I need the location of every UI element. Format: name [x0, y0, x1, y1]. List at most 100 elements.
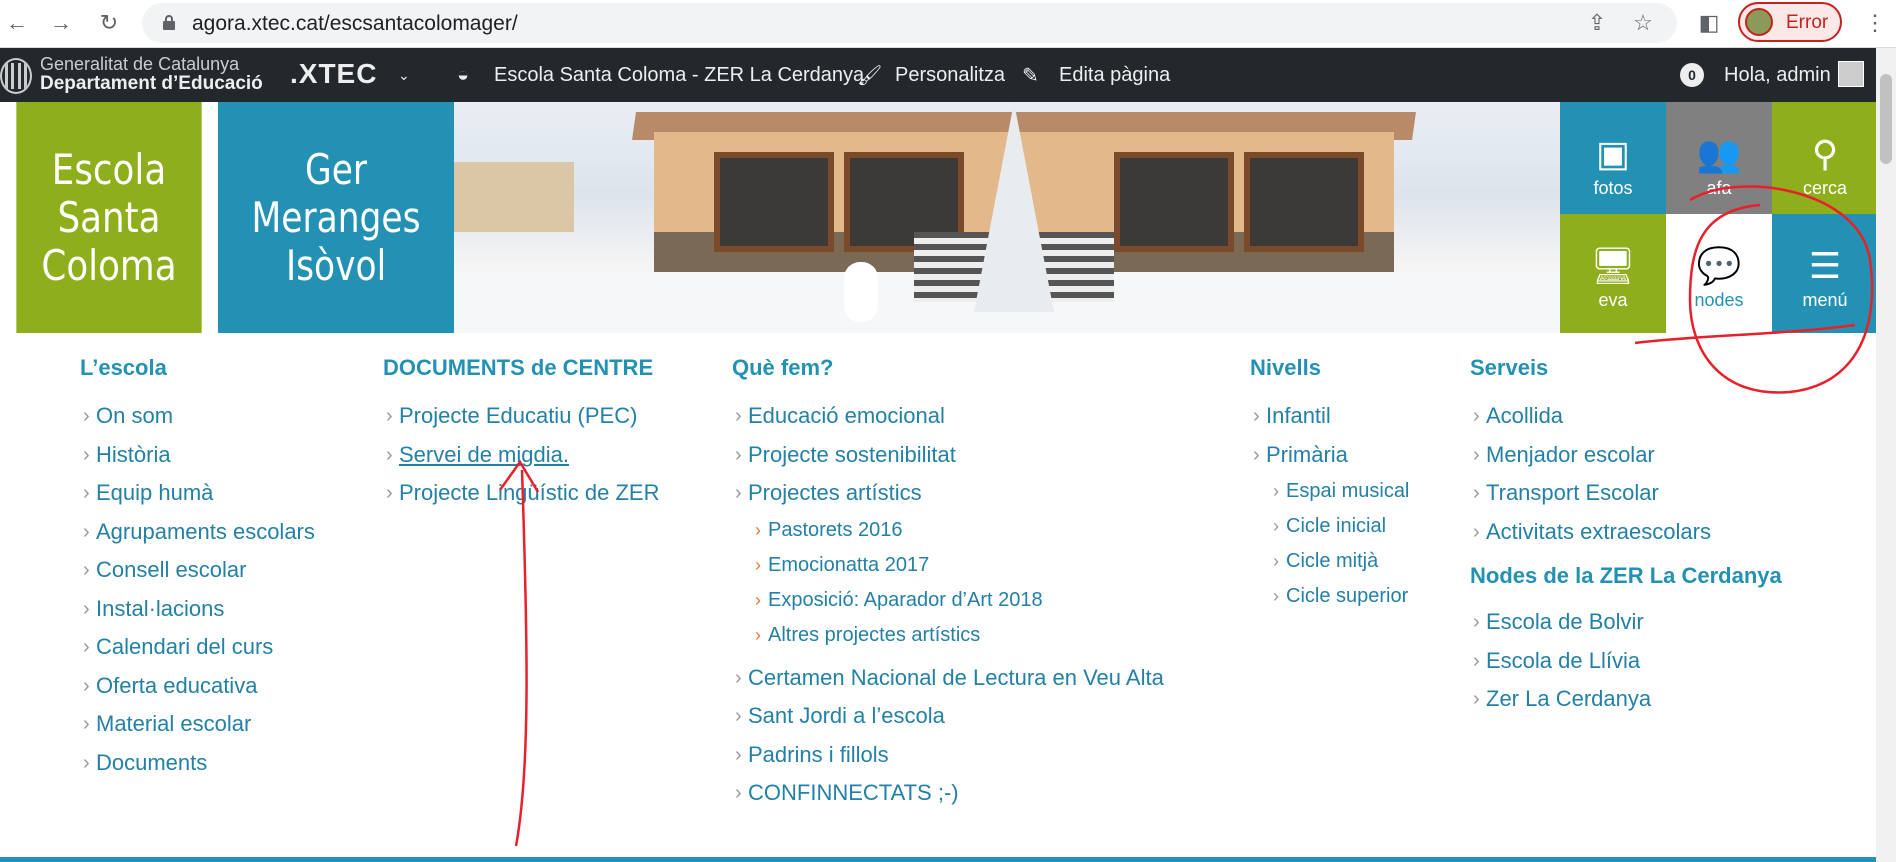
menu-item[interactable]: Transport Escolar: [1470, 474, 1782, 513]
menu-item[interactable]: Documents: [80, 744, 315, 783]
ger-line1: Ger: [304, 144, 368, 194]
menu-subitem[interactable]: Espai musical: [1250, 474, 1409, 509]
tile-afa-label: afa: [1706, 178, 1732, 198]
search-icon: ⚲: [1811, 133, 1839, 174]
menu-subitem[interactable]: Cicle superior: [1250, 579, 1409, 614]
menu-col-documents: DOCUMENTS de CENTRE Projecte Educatiu (P…: [383, 355, 659, 513]
footer-divider: [0, 857, 1876, 862]
menu-item[interactable]: Història: [80, 436, 315, 475]
menu-heading-escola[interactable]: L’escola: [80, 355, 315, 389]
menu-item[interactable]: Projecte sostenibilitat: [732, 436, 1164, 475]
menu-item[interactable]: Projecte Educatiu (PEC): [383, 397, 659, 436]
scrollbar[interactable]: [1876, 48, 1896, 862]
menu-item[interactable]: Acollida: [1470, 397, 1782, 436]
menu-heading-nodes[interactable]: Nodes de la ZER La Cerdanya: [1470, 563, 1782, 597]
menu-heading-documents[interactable]: DOCUMENTS de CENTRE: [383, 355, 659, 389]
tile-cerca[interactable]: ⚲ cerca: [1772, 102, 1878, 221]
menu-item[interactable]: Material escolar: [80, 705, 315, 744]
menu-item[interactable]: Escola de Llívia: [1470, 642, 1782, 681]
menu-item[interactable]: Calendari del curs: [80, 628, 315, 667]
gencat-logo[interactable]: Generalitat de Catalunya Departament d’E…: [0, 54, 280, 98]
hamburger-icon: ☰: [1808, 245, 1842, 286]
menu-item[interactable]: Agrupaments escolars: [80, 513, 315, 552]
menu-item[interactable]: Instal·lacions: [80, 590, 315, 629]
menu-item[interactable]: Zer La Cerdanya: [1470, 680, 1782, 719]
tile-eva[interactable]: 🖥 eva: [1560, 214, 1666, 333]
menu-heading-serveis[interactable]: Serveis: [1470, 355, 1782, 389]
menu-heading-nivells[interactable]: Nivells: [1250, 355, 1409, 389]
pencil-icon: ✎: [1022, 64, 1039, 87]
menu-item[interactable]: Oferta educativa: [80, 667, 315, 706]
chevron-down-icon[interactable]: ⌄: [398, 48, 410, 102]
menu-col-escola: L’escola On som Història Equip humà Agru…: [80, 355, 315, 782]
chat-bubbles-icon: 💬: [1696, 245, 1742, 286]
menu-item[interactable]: Equip humà: [80, 474, 315, 513]
menu-subitem[interactable]: Pastorets 2016: [732, 513, 1164, 548]
share-icon[interactable]: ⇪: [1582, 8, 1612, 38]
scrollbar-thumb[interactable]: [1880, 74, 1892, 164]
tile-cerca-label: cerca: [1802, 178, 1847, 198]
tile-menu-label: menú: [1802, 290, 1848, 310]
gencat-emblem-icon: [0, 58, 32, 94]
menu-item[interactable]: Primària: [1250, 436, 1409, 475]
menu-item[interactable]: Certamen Nacional de Lectura en Veu Alta: [732, 659, 1164, 698]
menu-heading-que-fem[interactable]: Què fem?: [732, 355, 1164, 389]
address-bar[interactable]: agora.xtec.cat/escsantacolomager/ ⇪ ☆: [142, 3, 1677, 43]
reload-icon[interactable]: ↻: [92, 6, 126, 40]
menu-item[interactable]: Infantil: [1250, 397, 1409, 436]
ger-title-tile[interactable]: Ger Meranges Isòvol: [218, 102, 454, 333]
menu-item[interactable]: Escola de Bolvir: [1470, 603, 1782, 642]
menu-item[interactable]: Sant Jordi a l’escola: [732, 697, 1164, 736]
monitor-icon: 🖥: [1590, 245, 1636, 286]
menu-item[interactable]: Consell escolar: [80, 551, 315, 590]
forward-icon[interactable]: →: [44, 6, 78, 40]
menu-subitem[interactable]: Emocionatta 2017: [732, 548, 1164, 583]
lock-icon: [163, 15, 175, 30]
back-icon[interactable]: ←: [0, 6, 34, 40]
school-title-tile[interactable]: Escola Santa Coloma: [16, 102, 202, 333]
gencat-line2: Departament d’Educació: [40, 73, 263, 94]
admin-avatar[interactable]: [1838, 61, 1864, 87]
tile-fotos[interactable]: ▣ fotos: [1560, 102, 1666, 221]
brush-icon: 🖌: [857, 64, 883, 87]
menu-item-servei-migdia[interactable]: Servei de migdia.: [383, 436, 659, 475]
school-line1: Escola: [51, 144, 167, 194]
tile-nodes-label: nodes: [1694, 290, 1744, 310]
tile-menu[interactable]: ☰ menú: [1772, 214, 1878, 333]
notifications-badge[interactable]: 0: [1680, 63, 1704, 87]
tile-fotos-label: fotos: [1593, 178, 1633, 198]
side-panel-icon[interactable]: ◧: [1694, 8, 1724, 38]
school-line2: Santa: [57, 192, 161, 242]
ger-line3: Isòvol: [285, 240, 387, 290]
avatar: [1745, 8, 1773, 36]
profile-status: Error: [1786, 12, 1829, 33]
tile-nodes[interactable]: 💬 nodes: [1666, 214, 1772, 333]
menu-item[interactable]: On som: [80, 397, 315, 436]
menu-item[interactable]: Projectes artístics: [732, 474, 1164, 513]
edit-page-link[interactable]: Edita pàgina: [1059, 48, 1170, 102]
bookmark-star-icon[interactable]: ☆: [1628, 8, 1658, 38]
menu-item[interactable]: Educació emocional: [732, 397, 1164, 436]
menu-item[interactable]: Activitats extraescolars: [1470, 513, 1782, 552]
tile-afa[interactable]: 👥 afa: [1666, 102, 1772, 221]
menu-item[interactable]: Padrins i fillols: [732, 736, 1164, 775]
menu-subitem[interactable]: Altres projectes artístics: [732, 618, 1164, 653]
menu-item[interactable]: Menjador escolar: [1470, 436, 1782, 475]
profile-button[interactable]: Error: [1738, 2, 1842, 42]
menu-subitem[interactable]: Cicle mitjà: [1250, 544, 1409, 579]
site-name-link[interactable]: Escola Santa Coloma - ZER La Cerdanya: [494, 48, 864, 102]
ger-line2: Meranges: [251, 192, 421, 242]
menu-col-serveis: Serveis Acollida Menjador escolar Transp…: [1470, 355, 1782, 719]
dashboard-icon: ◒: [457, 63, 470, 86]
menu-item[interactable]: Projecte Lingüístic de ZER: [383, 474, 659, 513]
menu-item[interactable]: CONFINNECTATS ;-): [732, 774, 1164, 813]
url-text: agora.xtec.cat/escsantacolomager/: [192, 12, 518, 35]
kebab-menu-icon[interactable]: ⋮: [1860, 8, 1890, 38]
people-icon: 👥: [1696, 133, 1742, 174]
greeting-link[interactable]: Hola, admin: [1724, 48, 1831, 102]
customize-link[interactable]: Personalitza: [895, 48, 1005, 102]
xtec-logo[interactable]: .XTEC: [290, 58, 377, 90]
school-photo: [454, 102, 1560, 333]
menu-subitem[interactable]: Exposició: Aparador d’Art 2018: [732, 583, 1164, 618]
menu-subitem[interactable]: Cicle inicial: [1250, 509, 1409, 544]
